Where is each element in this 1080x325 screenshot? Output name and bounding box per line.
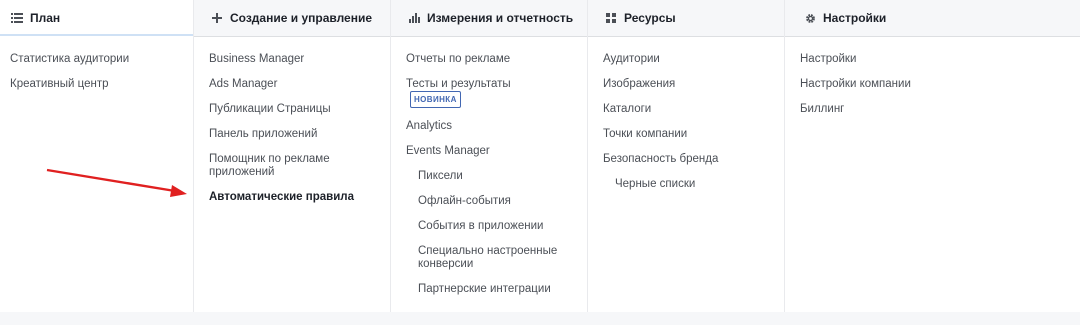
menu-item-business-locations[interactable]: Точки компании [593,122,763,147]
ads-main-menu: План Статистика аудитории Креативный цен… [0,0,1080,312]
column-items: Отчеты по рекламе Тесты и результатыНОВИ… [391,37,587,302]
menu-item-app-ads-helper[interactable]: Помощник по рекламе приложений [199,147,369,185]
menu-item-brand-safety[interactable]: Безопасность бренда [593,147,763,172]
column-header-plan[interactable]: План [0,0,193,37]
menu-item-images[interactable]: Изображения [593,72,763,97]
column-title: Ресурсы [624,11,676,25]
gear-icon [803,11,817,25]
menu-item-automated-rules[interactable]: Автоматические правила [199,185,369,210]
column-settings: Настройки Настройки Настройки компании Б… [784,0,1080,312]
bottom-bar [0,312,1080,325]
column-items: Аудитории Изображения Каталоги Точки ком… [588,37,784,197]
menu-item-offline-events[interactable]: Офлайн-события [396,189,578,214]
menu-item-audience-insights[interactable]: Статистика аудитории [0,47,170,72]
column-measure: Измерения и отчетность Отчеты по рекламе… [390,0,587,312]
menu-item-events-manager[interactable]: Events Manager [396,139,566,164]
red-arrow-annotation [46,168,187,197]
column-items: Статистика аудитории Креативный центр [0,37,193,97]
menu-item-label: Тесты и результаты [406,78,511,90]
plus-icon [210,11,224,25]
column-title: Измерения и отчетность [427,11,574,25]
column-title: Создание и управление [230,11,373,25]
column-items: Business Manager Ads Manager Публикации … [194,37,390,210]
column-resources: Ресурсы Аудитории Изображения Каталоги Т… [587,0,784,312]
menu-item-business-manager[interactable]: Business Manager [199,47,369,72]
menu-item-app-events[interactable]: События в приложении [396,214,578,239]
menu-item-audiences[interactable]: Аудитории [593,47,763,72]
menu-item-billing[interactable]: Биллинг [790,97,960,122]
column-plan: План Статистика аудитории Креативный цен… [0,0,193,312]
column-title: Настройки [823,11,887,25]
menu-item-ads-manager[interactable]: Ads Manager [199,72,369,97]
menu-item-pixels[interactable]: Пиксели [396,164,578,189]
menu-item-page-posts[interactable]: Публикации Страницы [199,97,369,122]
column-header-create[interactable]: Создание и управление [194,0,390,37]
column-header-resources[interactable]: Ресурсы [588,0,784,37]
menu-item-creative-hub[interactable]: Креативный центр [0,72,170,97]
column-create: Создание и управление Business Manager A… [193,0,390,312]
menu-item-catalogs[interactable]: Каталоги [593,97,763,122]
menu-item-app-dashboard[interactable]: Панель приложений [199,122,369,147]
menu-item-settings[interactable]: Настройки [790,47,960,72]
menu-item-test-and-learn[interactable]: Тесты и результатыНОВИНКА [396,72,566,114]
menu-item-business-settings[interactable]: Настройки компании [790,72,960,97]
menu-item-partner-integrations[interactable]: Партнерские интеграции [396,277,578,302]
new-badge: НОВИНКА [410,91,461,108]
menu-item-block-lists[interactable]: Черные списки [593,172,775,197]
column-header-settings[interactable]: Настройки [785,0,1080,37]
menu-item-analytics[interactable]: Analytics [396,114,566,139]
bar-chart-icon [407,11,421,25]
menu-item-custom-conversions[interactable]: Специально настроенные конверсии [396,239,578,277]
column-header-measure[interactable]: Измерения и отчетность [391,0,587,37]
grid-icon [604,11,618,25]
column-title: План [30,11,61,25]
menu-item-ads-reporting[interactable]: Отчеты по рекламе [396,47,566,72]
column-items: Настройки Настройки компании Биллинг [785,37,1080,122]
list-icon [10,11,24,25]
